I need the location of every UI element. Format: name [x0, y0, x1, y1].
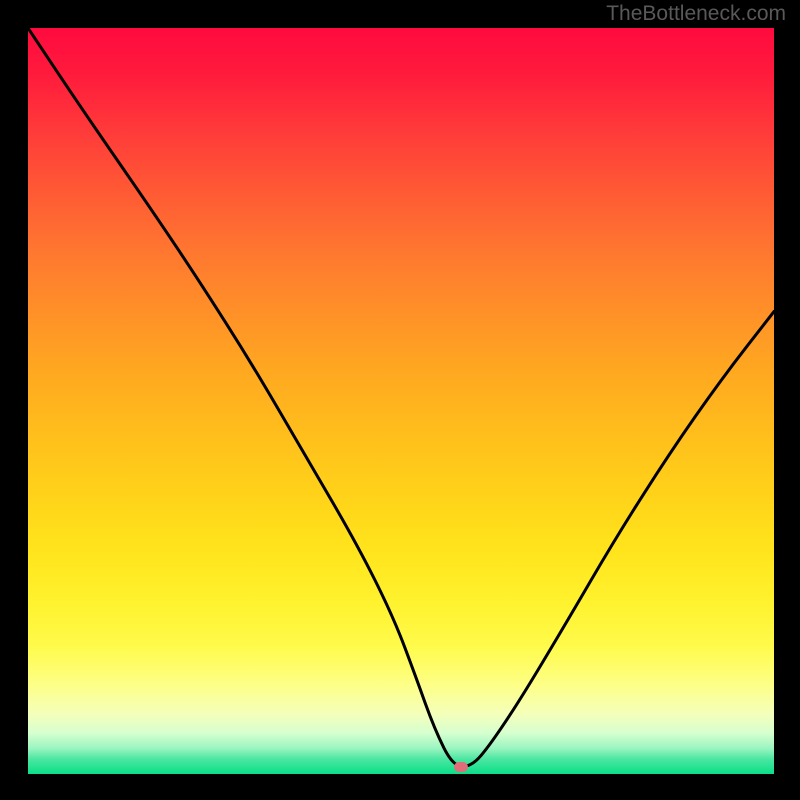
chart-container: TheBottleneck.com: [0, 0, 800, 800]
plot-area: [28, 28, 774, 774]
watermark-text: TheBottleneck.com: [606, 2, 786, 26]
optimum-marker: [454, 762, 468, 772]
bottleneck-curve: [28, 28, 774, 767]
curve-svg: [28, 28, 774, 774]
